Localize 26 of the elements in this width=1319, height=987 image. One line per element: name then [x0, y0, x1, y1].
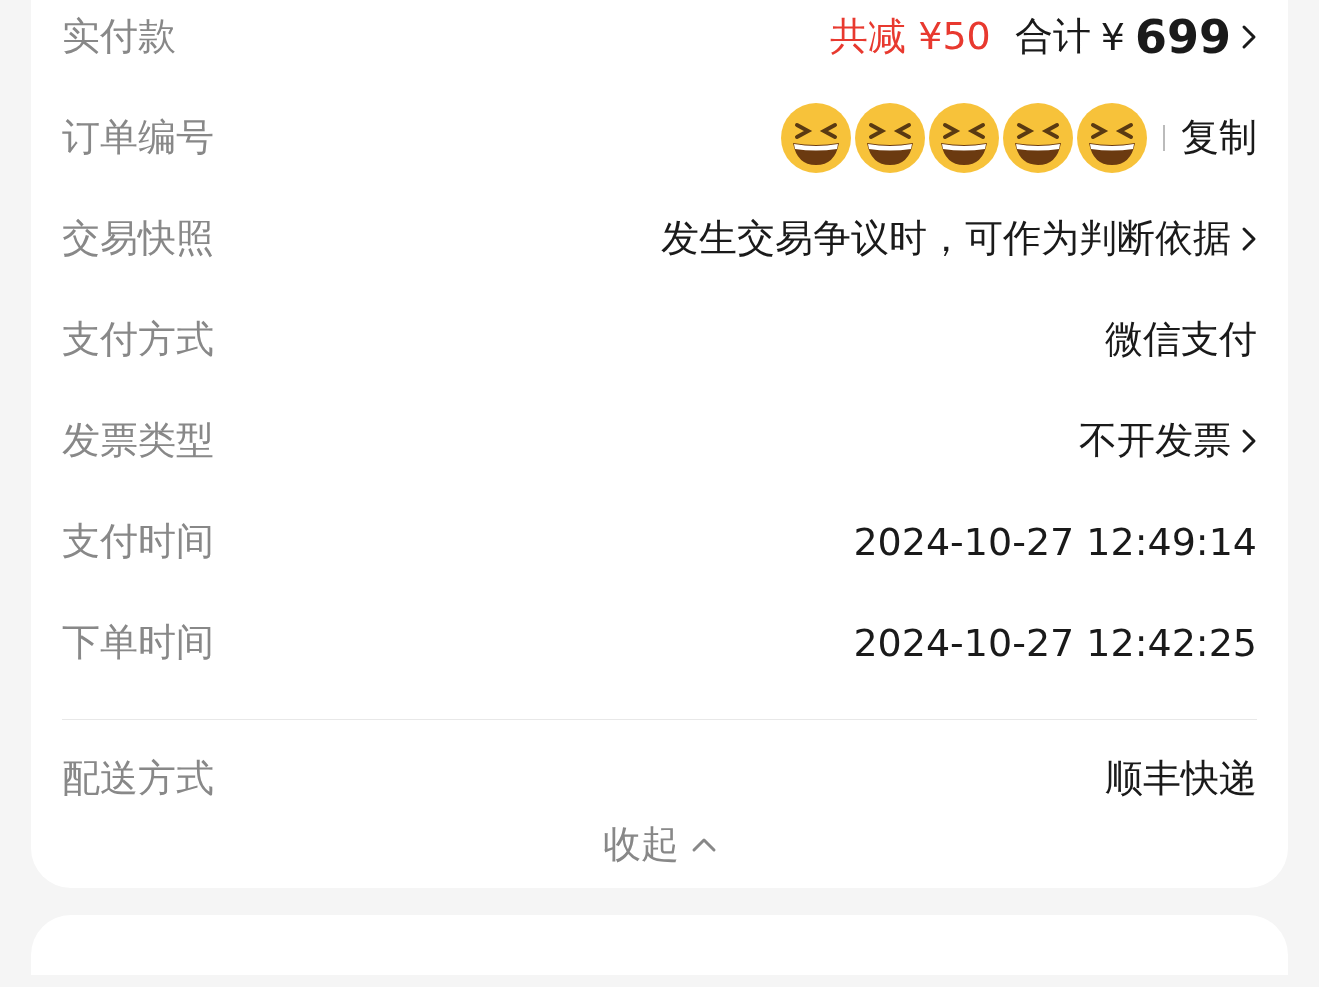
discount-amount: 共减 ¥50	[830, 13, 991, 60]
row-label: 支付时间	[62, 518, 214, 565]
row-label: 下单时间	[62, 619, 214, 666]
currency-symbol: ¥	[1100, 14, 1125, 59]
laughing-emoji-icon	[927, 100, 1001, 175]
row-label: 支付方式	[62, 316, 214, 363]
row-label: 交易快照	[62, 215, 214, 262]
laughing-emoji-icon	[1001, 100, 1075, 175]
row-value: 发生交易争议时，可作为判断依据	[661, 215, 1231, 262]
row-value: 2024-10-27 12:42:25	[853, 620, 1257, 665]
collapse-button[interactable]: 收起	[592, 813, 727, 876]
row-label: 实付款	[62, 13, 176, 60]
row-label: 发票类型	[62, 417, 214, 464]
copy-button[interactable]: 复制	[1181, 112, 1257, 163]
row-value: 2024-10-27 12:49:14	[853, 519, 1257, 564]
laughing-emoji-icon	[779, 100, 853, 175]
row-value: 不开发票	[1079, 417, 1231, 464]
row-value: 顺丰快递	[1105, 755, 1257, 802]
row-value: 微信支付	[1105, 316, 1257, 363]
total-label: 合计	[1014, 13, 1091, 60]
row-label: 配送方式	[62, 755, 214, 802]
total-amount: 699	[1134, 9, 1231, 64]
laughing-emoji-icon	[853, 100, 927, 175]
chevron-up-icon	[690, 836, 717, 853]
laughing-emoji-icon	[1075, 100, 1149, 175]
row-label: 订单编号	[62, 114, 214, 161]
